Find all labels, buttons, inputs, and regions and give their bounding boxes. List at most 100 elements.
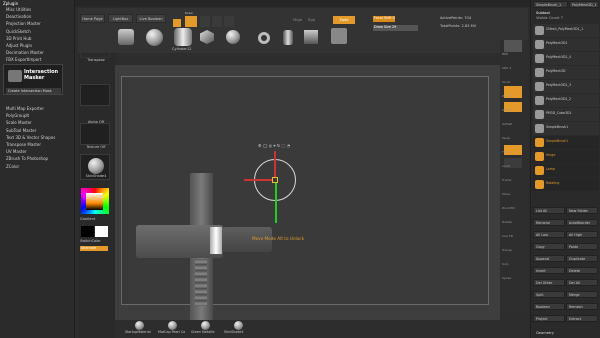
ring-shape-icon[interactable] [258,32,270,44]
subtool-action-button[interactable]: Duplicate [566,255,598,262]
sphere-shape-icon[interactable] [146,29,163,46]
subtool-row[interactable]: PolyMesh3D1_2 [533,94,599,107]
move-mode-button[interactable] [200,16,210,27]
zplugin-item[interactable]: PolyGroupIt [6,113,29,118]
chain-links[interactable] [195,259,207,306]
color-picker[interactable] [81,188,109,214]
zplugin-item[interactable]: Misc Utilities [6,7,31,12]
subtool-folder[interactable]: Rotating [533,178,599,191]
view-tool-label[interactable]: Zoom3D [502,206,515,210]
material-button[interactable]: SkinShade4 [80,154,110,180]
subtool-action-button[interactable]: Del Other [533,279,565,286]
zplugin-item[interactable]: ZColor [6,164,19,169]
gizmo-x-axis[interactable] [244,179,272,181]
view-tool-label[interactable]: AAHalf [502,122,512,126]
zplugin-item[interactable]: Projection Master [6,21,41,26]
subtool-action-button[interactable]: Merge [566,291,598,298]
alternate-button[interactable]: Alternate [80,246,108,251]
secondary-color-swatch[interactable] [95,226,108,237]
draw-mode-button[interactable] [185,16,197,27]
zplugin-item[interactable]: Adjust Plugin [6,43,32,48]
hinge-pin[interactable] [210,227,222,254]
sphere2-shape-icon[interactable] [226,30,240,44]
main-color-swatch[interactable] [81,226,94,237]
transpose-gizmo-toolbar[interactable]: ⚙ ◯ ◎ ⌖ ↻ ⬚ ◔ [258,132,314,147]
gradient-label[interactable]: Gradient [80,217,95,222]
lightbox-button[interactable]: LightBox [108,14,133,23]
switch-color-label[interactable]: SwitchColor [80,239,101,244]
subtool-folder[interactable]: Hinge [533,150,599,163]
texture-button[interactable]: Texture Off [80,123,110,149]
subtool-action-button[interactable]: Del All [566,279,598,286]
subtool-row[interactable]: PolyMesh3D1_3 [533,80,599,93]
view-tool-label[interactable]: Xpose [502,276,511,280]
zplugin-header[interactable]: Zplugin [3,1,18,6]
tool-thumb-2[interactable]: PolyMesh3D_1 [569,1,599,8]
zplugin-item[interactable]: Deactivation [6,14,31,19]
view-tool-label[interactable]: Rotate [502,220,512,224]
bpr-button[interactable] [504,40,522,52]
view-tool-label[interactable]: Persp [502,136,510,140]
view-tool-label[interactable]: Zoom [502,94,511,98]
view-tool-label[interactable]: Frame [502,178,511,182]
gear-shape-icon[interactable] [331,28,347,44]
subtool-folder[interactable]: Lamp [533,164,599,177]
subtool-row[interactable]: PolyMesh3D [533,66,599,79]
subtool-row[interactable]: PolyMesh3D1 [533,38,599,51]
alpha-button[interactable]: Alpha Off [80,84,110,124]
viewport-frame[interactable]: ⚙ ◯ ◎ ⌖ ↻ ⬚ ◔ Move Mode Alt to Unlock [121,76,489,338]
subtool-row[interactable]: PM3D_Cube3D1 [533,108,599,121]
zplugin-item[interactable]: SubTool Master [6,128,36,133]
view-tool-label[interactable]: Solo [502,262,508,266]
edit-mode-button[interactable] [173,19,181,27]
rotate-mode-button[interactable] [224,16,234,27]
zplugin-item[interactable]: Scale Master [6,120,32,125]
view-tool-label[interactable]: Floor [502,150,509,154]
home-page-button[interactable]: Home Page [80,14,105,23]
subtool-action-button[interactable]: AutoReorder [566,219,598,226]
color-square[interactable] [86,193,103,210]
view-tool-label[interactable]: SPix 3 [502,66,511,70]
material-slot[interactable]: MatCap Pearl Ca [158,320,188,338]
view-tool-label[interactable]: Transp [502,248,512,252]
subtool-action-button[interactable]: List All [533,207,565,214]
view-tool-label[interactable]: Line Fill [502,234,513,238]
view-tool-label[interactable]: Scroll [502,80,510,84]
subtool-action-button[interactable]: Split [533,291,565,298]
cube-shape-icon[interactable] [118,29,134,45]
subtool-action-button[interactable]: Delete [566,267,598,274]
zplugin-item[interactable]: Text 3D & Vector Shapes [6,135,55,140]
subtool-action-button[interactable]: Paste [566,243,598,250]
cylinder-shape-icon[interactable] [174,28,192,46]
subtool-action-button[interactable]: Copy [533,243,565,250]
subtool-action-button[interactable]: Insert [533,267,565,274]
subtool-action-button[interactable]: Boolean [533,303,565,310]
tool-thumb-1[interactable]: SimpleBrush_1 [533,1,568,8]
rgb-button[interactable]: Rgb [308,18,315,23]
gizmo-z-axis[interactable] [275,183,277,223]
subtool-action-button[interactable]: New Folder [566,207,598,214]
view-tool-label[interactable]: Move [502,192,510,196]
scale-mode-button[interactable] [212,16,222,27]
subtool-title[interactable]: Subtool [536,11,550,15]
view-tool-label[interactable]: Local [502,164,510,168]
zplugin-item[interactable]: Transpose Master [6,142,41,147]
zplugin-item[interactable]: Decimation Master [6,50,44,55]
tube-shape-icon[interactable] [283,30,293,45]
subtool-action-button[interactable]: Project [533,315,565,322]
view-tool-label[interactable]: Actual [502,108,511,112]
zplugin-item[interactable]: ZBrush To Photoshop [6,156,48,161]
zplugin-item[interactable]: UV Master [6,149,27,154]
view-tool-label[interactable]: BPR [502,52,508,56]
box-shape-icon[interactable] [304,30,318,44]
hex-shape-icon[interactable] [200,30,214,44]
zplugin-item[interactable]: Multi Map Exporter [6,106,44,111]
gizmo-y-axis[interactable] [274,151,276,177]
subtool-action-button[interactable]: Extract [566,315,598,322]
zadd-button[interactable]: Zadd [333,16,355,24]
zplugin-item[interactable]: QuickSketch [6,29,31,34]
mrgb-button[interactable]: Mrgb [293,18,302,23]
subtool-row[interactable]: CMesh_PolyMesh3D1_1 [533,24,599,37]
material-slot[interactable]: SkinShade4 [224,320,254,338]
zplugin-item[interactable]: 3D Print Hub [6,36,31,41]
